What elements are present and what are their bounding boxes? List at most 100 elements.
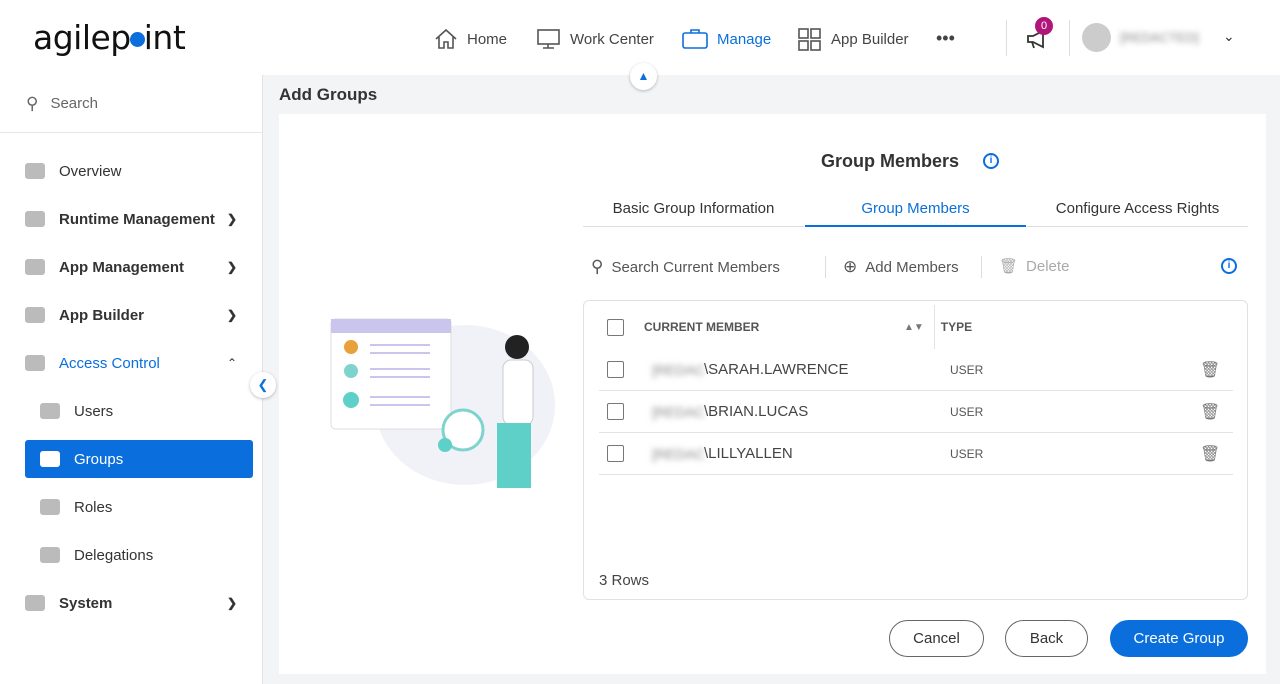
sidebar-item-app-builder[interactable]: App Builder ❯ — [25, 296, 253, 334]
back-button[interactable]: Back — [1005, 620, 1088, 657]
trash-icon[interactable]: 🗑 — [1200, 444, 1220, 464]
table-row[interactable]: [REDACTED]\BRIAN.LUCAS USER 🗑 — [599, 391, 1233, 433]
divider — [981, 256, 982, 278]
tab-group-members[interactable]: Group Members — [805, 200, 1026, 227]
notification-badge: 0 — [1035, 17, 1053, 35]
info-icon[interactable]: i — [983, 153, 999, 169]
label: System — [59, 594, 113, 612]
grid-icon — [798, 28, 821, 51]
chevron-up-icon: ⌃ — [226, 356, 237, 370]
system-icon — [25, 595, 45, 611]
table-row[interactable]: [REDACTED]\LILLYALLEN USER 🗑 — [599, 433, 1233, 475]
role-icon — [40, 499, 60, 515]
groups-icon — [40, 451, 60, 467]
sidebar-item-access-control[interactable]: Access Control ⌃ — [25, 344, 253, 382]
divider — [933, 305, 935, 349]
row-count: 3 Rows — [599, 572, 650, 589]
divider — [1006, 20, 1007, 56]
label: App Management — [59, 258, 185, 276]
search-icon: ⚲ — [26, 93, 39, 113]
column-type: TYPE — [940, 320, 973, 334]
collapse-header-button[interactable]: ▲ — [630, 63, 657, 90]
sidebar-item-overview[interactable]: Overview — [25, 152, 253, 190]
chevron-down-icon: ❯ — [226, 308, 237, 322]
table-header: CURRENT MEMBER ▲▼ TYPE — [599, 305, 1233, 349]
label: Users — [74, 402, 114, 420]
sidebar-item-runtime-management[interactable]: Runtime Management ❯ — [25, 200, 253, 238]
lock-icon — [25, 355, 45, 371]
row-checkbox[interactable] — [607, 361, 624, 378]
trash-icon: 🗑 — [999, 258, 1019, 275]
nav-work-center[interactable]: Work Center — [536, 27, 654, 51]
member-type: USER — [950, 404, 984, 419]
chevron-down-icon[interactable]: ⌄ — [1223, 28, 1235, 45]
sort-icon[interactable]: ▲▼ — [904, 322, 924, 333]
divider — [1069, 20, 1070, 56]
chart-icon — [25, 163, 45, 179]
collapse-sidebar-button[interactable]: ❮ — [250, 372, 276, 398]
nav-label: App Builder — [831, 30, 909, 48]
member-domain: [REDACTED] — [652, 403, 704, 420]
users-icon — [40, 403, 60, 419]
briefcase-icon — [25, 259, 45, 275]
cancel-button[interactable]: Cancel — [889, 620, 984, 657]
nav-label: Home — [467, 30, 508, 48]
search-input[interactable]: Search — [50, 95, 98, 112]
member-domain: [REDACTED] — [652, 361, 704, 378]
timer-icon — [25, 211, 45, 227]
add-members-button[interactable]: ⊕ Add Members — [843, 257, 959, 277]
create-group-button[interactable]: Create Group — [1110, 620, 1248, 657]
info-icon[interactable]: i — [1221, 258, 1237, 274]
user-name[interactable]: [REDACTED] — [1120, 30, 1199, 45]
column-current-member[interactable]: CURRENT MEMBER — [644, 320, 904, 334]
page-title: Add Groups — [279, 85, 378, 104]
sidebar-item-system[interactable]: System ❯ — [25, 584, 253, 622]
illustration — [330, 318, 555, 488]
delete-button[interactable]: 🗑 Delete — [999, 257, 1069, 276]
briefcase-icon — [682, 29, 708, 49]
label: Groups — [74, 450, 124, 468]
label: Add Members — [865, 258, 959, 276]
nav-app-builder[interactable]: App Builder — [797, 27, 909, 51]
agilepoint-logo[interactable]: agilep int — [33, 18, 186, 57]
nav-home[interactable]: Home — [433, 27, 507, 51]
sidebar-item-groups[interactable]: Groups — [25, 440, 253, 478]
nav-label: Manage — [717, 30, 772, 48]
select-all-checkbox[interactable] — [607, 318, 624, 336]
grid-icon — [25, 307, 45, 323]
chevron-down-icon: ❯ — [226, 260, 237, 274]
plus-circle-icon: ⊕ — [843, 257, 858, 276]
label: Runtime Management — [59, 210, 215, 228]
members-table: CURRENT MEMBER ▲▼ TYPE [REDACTED]\SARAH.… — [583, 300, 1248, 600]
delegation-icon — [40, 547, 60, 563]
section-title: Group Members — [821, 151, 960, 171]
search-members-input[interactable]: Search Current Members — [611, 259, 779, 276]
search-icon: ⚲ — [591, 257, 604, 276]
nav-manage[interactable]: Manage — [681, 27, 771, 51]
sidebar-item-delegations[interactable]: Delegations — [25, 536, 253, 574]
member-type: USER — [950, 446, 984, 461]
trash-icon[interactable]: 🗑 — [1200, 402, 1220, 422]
tab-configure-access-rights[interactable]: Configure Access Rights — [1027, 200, 1248, 227]
avatar[interactable] — [1082, 23, 1111, 52]
member-name: \BRIAN.LUCAS — [704, 403, 809, 420]
row-checkbox[interactable] — [607, 445, 624, 462]
tab-basic-group-information[interactable]: Basic Group Information — [583, 200, 804, 227]
trash-icon[interactable]: 🗑 — [1200, 360, 1220, 380]
search-members[interactable]: ⚲ Search Current Members — [591, 257, 780, 277]
sidebar-item-roles[interactable]: Roles — [25, 488, 253, 526]
row-checkbox[interactable] — [607, 403, 624, 420]
label: Overview — [59, 162, 122, 180]
chevron-down-icon: ❯ — [226, 212, 237, 226]
sidebar-search[interactable]: ⚲ Search — [0, 75, 262, 133]
sidebar-item-app-management[interactable]: App Management ❯ — [25, 248, 253, 286]
member-name: \LILLYALLEN — [704, 445, 793, 462]
member-type: USER — [950, 362, 984, 377]
table-row[interactable]: [REDACTED]\SARAH.LAWRENCE USER 🗑 — [599, 349, 1233, 391]
label: Delegations — [74, 546, 154, 564]
sidebar-item-users[interactable]: Users — [25, 392, 253, 430]
monitor-icon — [537, 29, 560, 49]
more-menu-icon[interactable]: ••• — [936, 28, 955, 49]
label: App Builder — [59, 306, 144, 324]
divider — [825, 256, 826, 278]
